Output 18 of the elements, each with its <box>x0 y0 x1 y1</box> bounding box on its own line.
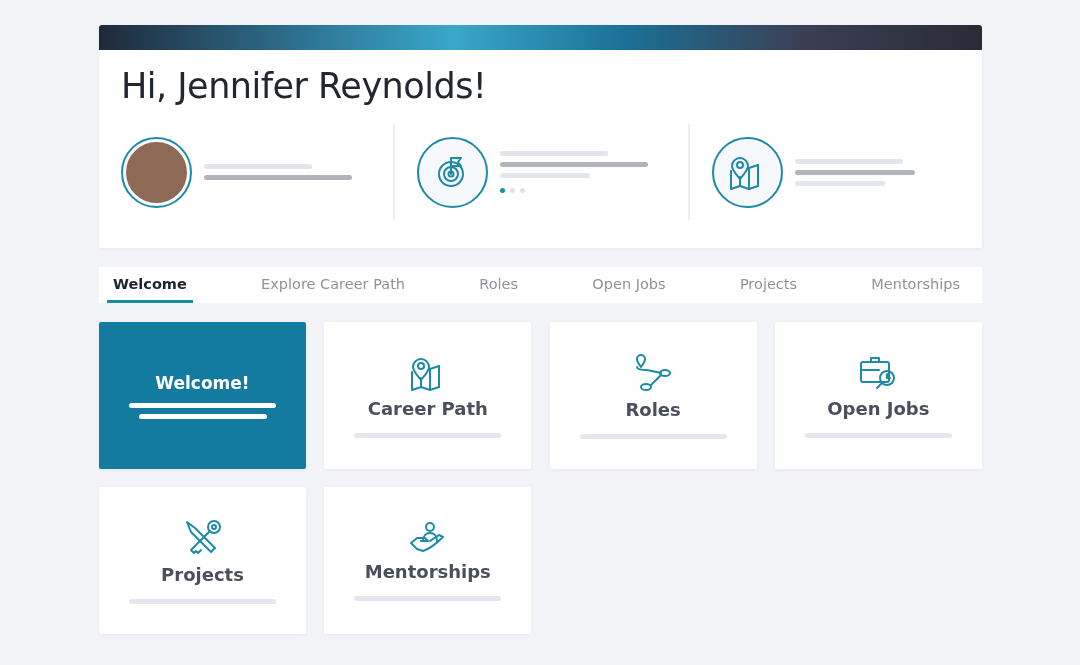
tile-title: Career Path <box>367 397 488 419</box>
tile-title: Roles <box>625 398 681 420</box>
carousel-dot[interactable] <box>520 188 526 193</box>
welcome-tile[interactable]: Welcome! <box>99 322 306 469</box>
route-icon <box>633 352 674 393</box>
tile-title: Mentorships <box>364 560 491 582</box>
feature-tile[interactable]: Roles <box>549 322 757 469</box>
tile-title: Projects <box>161 563 244 585</box>
feature-tile[interactable]: Mentorships <box>324 487 532 634</box>
greeting-heading: Hi, Jennifer Reynolds! <box>121 66 488 106</box>
carousel-dot[interactable] <box>500 188 506 193</box>
feature-tile[interactable]: Open Jobs <box>774 322 982 469</box>
tab[interactable]: Welcome <box>107 267 193 303</box>
carousel-dot[interactable] <box>510 188 516 193</box>
tile-title: Welcome! <box>155 372 250 393</box>
feature-tile[interactable]: Projects <box>99 487 306 634</box>
tile-title: Open Jobs <box>827 397 930 419</box>
feature-tile[interactable]: Career Path <box>324 322 532 469</box>
